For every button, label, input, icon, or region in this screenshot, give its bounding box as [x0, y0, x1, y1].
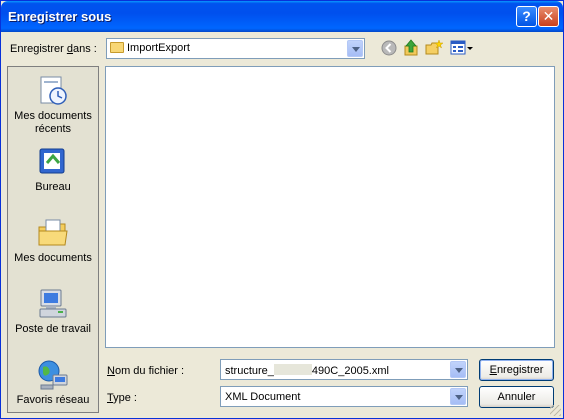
- new-folder-icon[interactable]: [425, 39, 443, 57]
- chevron-down-icon[interactable]: [347, 40, 363, 57]
- up-folder-icon[interactable]: [402, 39, 420, 57]
- place-label: Mes documents: [14, 252, 92, 264]
- save-button[interactable]: Enregistrer: [479, 359, 554, 381]
- view-menu-icon[interactable]: [450, 39, 474, 57]
- save-as-dialog: Enregistrer sous ? ✕ Enregistrer dans : …: [0, 0, 564, 419]
- place-my-computer[interactable]: Poste de travail: [8, 288, 98, 336]
- filetype-select[interactable]: XML Document: [220, 386, 468, 407]
- recent-documents-icon: [37, 75, 69, 107]
- save-in-label-text: Enregistrer: [10, 43, 67, 55]
- filetype-label-text: ype :: [113, 392, 137, 404]
- network-places-icon: [37, 359, 69, 391]
- filetype-label: Type :: [107, 392, 137, 404]
- folder-icon: [110, 42, 124, 53]
- filename-value: structure_ 490C_2005.xml: [225, 364, 389, 377]
- save-button-label: nregistrer: [496, 364, 544, 376]
- filename-label-accel: N: [107, 365, 115, 377]
- title-bar[interactable]: Enregistrer sous ? ✕: [1, 1, 563, 32]
- back-icon[interactable]: [380, 39, 398, 57]
- save-in-label: Enregistrer dans :: [10, 43, 97, 55]
- filetype-value: XML Document: [225, 391, 301, 403]
- place-label: Poste de travail: [15, 323, 91, 335]
- places-bar: Mes documents récents Bureau Mes documen…: [7, 66, 99, 413]
- filename-value-suffix: 490C_2005.xml: [311, 365, 389, 377]
- close-button[interactable]: ✕: [538, 6, 559, 27]
- filename-input[interactable]: structure_ 490C_2005.xml: [220, 359, 468, 380]
- chevron-down-icon[interactable]: [450, 388, 466, 405]
- filename-label-text: om du fichier :: [114, 365, 185, 377]
- place-label: Favoris réseau: [16, 394, 90, 406]
- filename-value-prefix: structure_: [225, 365, 274, 377]
- place-network[interactable]: Favoris réseau: [8, 359, 98, 407]
- desktop-icon: [37, 146, 69, 178]
- my-documents-icon: [37, 217, 69, 249]
- place-label: Bureau: [35, 181, 71, 193]
- place-label: Mes documents récents: [14, 110, 92, 135]
- save-in-label-tail: ans :: [72, 43, 97, 55]
- file-list[interactable]: [105, 66, 555, 348]
- cancel-button[interactable]: Annuler: [479, 386, 554, 408]
- my-computer-icon: [37, 288, 69, 320]
- place-my-documents[interactable]: Mes documents: [8, 217, 98, 265]
- save-in-dropdown[interactable]: ImportExport: [106, 38, 365, 59]
- save-button-accel: E: [489, 364, 497, 376]
- filename-label: Nom du fichier :: [107, 365, 184, 377]
- chevron-down-icon[interactable]: [450, 361, 466, 378]
- help-button[interactable]: ?: [516, 6, 537, 27]
- current-folder: ImportExport: [127, 42, 190, 54]
- resize-grip[interactable]: [550, 405, 561, 416]
- place-desktop[interactable]: Bureau: [8, 146, 98, 194]
- place-recent-documents[interactable]: Mes documents récents: [8, 75, 98, 136]
- dialog-title: Enregistrer sous: [8, 9, 112, 24]
- redacted-text: [273, 364, 312, 375]
